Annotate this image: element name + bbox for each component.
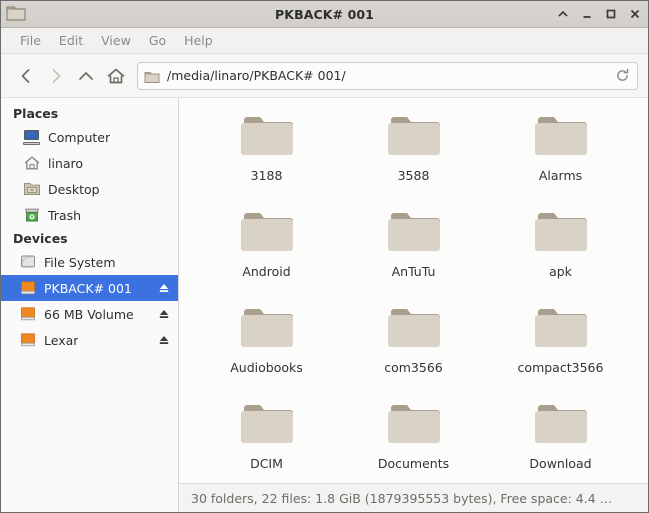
path-folder-icon (144, 69, 160, 83)
eject-icon[interactable] (157, 308, 170, 321)
removable-drive-icon (19, 331, 37, 349)
file-item[interactable]: com3566 (340, 298, 487, 394)
menu-item-help[interactable]: Help (175, 31, 222, 50)
file-item-label: apk (549, 264, 572, 279)
sidebar-item-file-system[interactable]: File System (1, 249, 178, 275)
navigation-toolbar: /media/linaro/PKBACK# 001/ (1, 54, 648, 98)
menu-item-edit[interactable]: Edit (50, 31, 92, 50)
sidebar-item-label: Lexar (44, 332, 79, 348)
folder-icon (532, 207, 590, 259)
main-split: Places Computer linaro Desktop Trash Dev… (1, 98, 648, 512)
sidebar-item-label: Trash (48, 207, 82, 223)
folder-icon (532, 399, 590, 451)
file-item-label: Alarms (538, 168, 583, 183)
folder-icon (532, 111, 590, 163)
sidebar-item-trash[interactable]: Trash (1, 202, 178, 228)
sidebar-item-linaro[interactable]: linaro (1, 150, 178, 176)
file-item-label: 3588 (397, 168, 430, 183)
folder-icon (238, 303, 296, 355)
path-text: /media/linaro/PKBACK# 001/ (167, 68, 346, 83)
menu-item-file[interactable]: File (11, 31, 50, 50)
folder-icon (532, 303, 590, 355)
trash-icon (23, 206, 41, 224)
sidebar-item-66-mb-volume[interactable]: 66 MB Volume (1, 301, 178, 327)
sidebar-item-computer[interactable]: Computer (1, 124, 178, 150)
status-bar: 30 folders, 22 files: 1.8 GiB (187939555… (179, 483, 648, 512)
up-button[interactable] (71, 61, 101, 91)
folder-icon (385, 207, 443, 259)
file-list-pane: 3188 3588 Alarms Android AnTuTu apk Audi… (179, 98, 648, 512)
maximize-window-button[interactable] (604, 8, 617, 21)
window-folder-icon (5, 4, 27, 24)
file-item-label: Documents (377, 456, 450, 471)
file-item[interactable]: Android (193, 202, 340, 298)
file-item-label: 3188 (250, 168, 283, 183)
file-item-label: DCIM (250, 456, 283, 471)
folder-icon (385, 111, 443, 163)
folder-icon (238, 207, 296, 259)
removable-drive-icon (19, 305, 37, 323)
icon-view[interactable]: 3188 3588 Alarms Android AnTuTu apk Audi… (179, 98, 648, 483)
file-item[interactable]: 3588 (340, 106, 487, 202)
file-item[interactable]: 3188 (193, 106, 340, 202)
sidebar-item-lexar[interactable]: Lexar (1, 327, 178, 353)
file-item-label: compact3566 (517, 360, 604, 375)
folder-icon (385, 303, 443, 355)
file-item-label: AnTuTu (391, 264, 436, 279)
back-button[interactable] (11, 61, 41, 91)
sidebar-item-desktop[interactable]: Desktop (1, 176, 178, 202)
computer-icon (23, 129, 41, 145)
file-item[interactable]: Documents (340, 394, 487, 483)
window-controls (556, 8, 641, 21)
menu-bar: File Edit View Go Help (1, 28, 648, 54)
file-item[interactable]: DCIM (193, 394, 340, 483)
file-item-label: Audiobooks (230, 360, 303, 375)
removable-drive-icon (19, 279, 37, 297)
file-item[interactable]: compact3566 (487, 298, 634, 394)
sidebar-item-label: File System (44, 254, 116, 270)
file-item[interactable]: Download (487, 394, 634, 483)
file-item[interactable]: apk (487, 202, 634, 298)
file-item[interactable]: Audiobooks (193, 298, 340, 394)
menu-item-view[interactable]: View (92, 31, 140, 50)
window-title: PKBACK# 001 (275, 6, 374, 22)
sidebar-item-pkback-001[interactable]: PKBACK# 001 (1, 275, 178, 301)
file-manager-window: PKBACK# 001 File Edit View Go Help /medi… (0, 0, 649, 513)
file-item[interactable]: AnTuTu (340, 202, 487, 298)
sidebar-item-label: Computer (48, 129, 111, 145)
folder-icon (385, 399, 443, 451)
sidebar-section-devices-title: Devices (13, 231, 68, 246)
file-item[interactable]: Alarms (487, 106, 634, 202)
close-window-button[interactable] (628, 8, 641, 21)
harddisk-icon (19, 253, 37, 271)
home-button[interactable] (101, 61, 131, 91)
shade-window-button[interactable] (556, 8, 569, 21)
reload-icon[interactable] (613, 67, 631, 85)
path-bar[interactable]: /media/linaro/PKBACK# 001/ (137, 61, 638, 90)
menu-item-go[interactable]: Go (140, 31, 175, 50)
sidebar-item-label: PKBACK# 001 (44, 280, 132, 296)
forward-button[interactable] (41, 61, 71, 91)
minimize-window-button[interactable] (580, 8, 593, 21)
sidebar-section-places-title: Places (13, 106, 59, 121)
file-item-label: com3566 (384, 360, 443, 375)
folder-icon (238, 111, 296, 163)
home-icon (23, 154, 41, 172)
file-item-label: Download (529, 456, 592, 471)
folder-icon (238, 399, 296, 451)
title-bar[interactable]: PKBACK# 001 (1, 1, 648, 28)
eject-icon[interactable] (157, 282, 170, 295)
desktop-folder-icon (23, 180, 41, 198)
sidebar-item-label: 66 MB Volume (44, 306, 134, 322)
file-item-label: Android (242, 264, 291, 279)
places-sidebar: Places Computer linaro Desktop Trash Dev… (1, 98, 179, 512)
eject-icon[interactable] (157, 334, 170, 347)
sidebar-item-label: Desktop (48, 181, 100, 197)
sidebar-item-label: linaro (48, 155, 84, 171)
